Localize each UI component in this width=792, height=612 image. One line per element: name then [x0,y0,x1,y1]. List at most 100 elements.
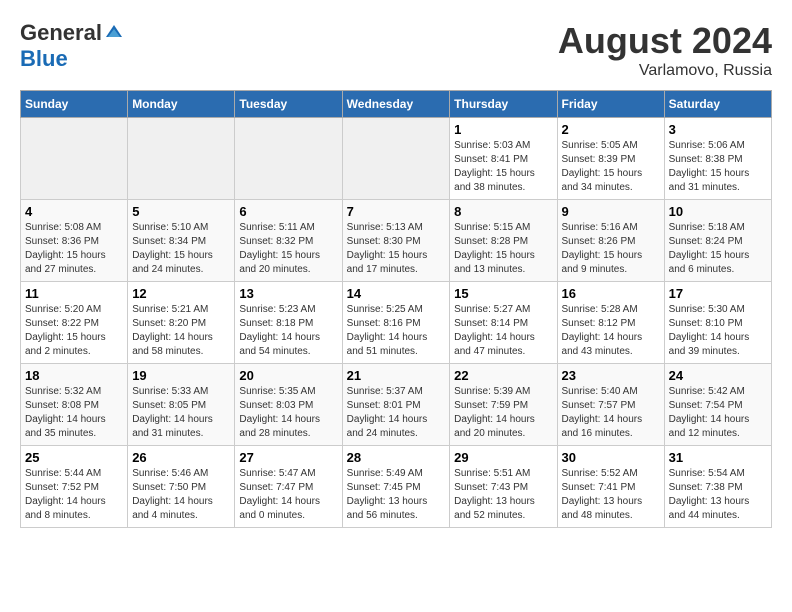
calendar-week-3: 11 Sunrise: 5:20 AM Sunset: 8:22 PM Dayli… [21,282,772,364]
day-number: 30 [562,450,660,465]
calendar-cell: 27Sunrise: 5:47 AM Sunset: 7:47 PM Dayli… [235,446,342,528]
calendar-week-5: 25 Sunrise: 5:44 AM Sunset: 7:52 PM Dayli… [21,446,772,528]
day-number: 3 [669,122,767,137]
calendar-week-2: 4Sunrise: 5:08 AM Sunset: 8:36 PM Daylig… [21,200,772,282]
calendar-cell: 10 Sunrise: 5:18 AM Sunset: 8:24 PM Dayli… [664,200,771,282]
day-info: Sunrise: 5:21 AM Sunset: 8:20 PM Dayligh… [132,303,230,359]
weekday-header-sunday: Sunday [21,91,128,118]
day-number: 21 [347,368,446,383]
page-header: General Blue August 2024 Varlamovo, Russ… [20,20,772,80]
calendar-cell: 20 Sunrise: 5:35 AM Sunset: 8:03 PM Dayli… [235,364,342,446]
calendar-cell: 13 Sunrise: 5:23 AM Sunset: 8:18 PM Dayli… [235,282,342,364]
day-info: Sunrise: 5:33 AM Sunset: 8:05 PM Dayligh… [132,385,230,441]
day-info: Sunrise: 5:46 AM Sunset: 7:50 PM Dayligh… [132,467,230,523]
calendar-cell: 12 Sunrise: 5:21 AM Sunset: 8:20 PM Dayli… [128,282,235,364]
logo-icon [104,23,124,43]
calendar-cell [235,118,342,200]
day-number: 17 [669,286,767,301]
calendar-cell: 8 Sunrise: 5:15 AM Sunset: 8:28 PM Daylig… [450,200,557,282]
day-number: 7 [347,204,446,219]
calendar-cell: 3 Sunrise: 5:06 AM Sunset: 8:38 PM Daylig… [664,118,771,200]
day-info: Sunrise: 5:32 AM Sunset: 8:08 PM Dayligh… [25,385,123,441]
day-info: Sunrise: 5:37 AM Sunset: 8:01 PM Dayligh… [347,385,446,441]
day-info: Sunrise: 5:52 AM Sunset: 7:41 PM Dayligh… [562,467,660,523]
day-info: Sunrise: 5:49 AM Sunset: 7:45 PM Dayligh… [347,467,446,523]
weekday-header-wednesday: Wednesday [342,91,450,118]
calendar-cell: 26 Sunrise: 5:46 AM Sunset: 7:50 PM Dayli… [128,446,235,528]
logo: General Blue [20,20,124,72]
calendar-cell [128,118,235,200]
day-info: Sunrise: 5:06 AM Sunset: 8:38 PM Dayligh… [669,139,767,195]
calendar-cell: 22Sunrise: 5:39 AM Sunset: 7:59 PM Dayli… [450,364,557,446]
calendar-cell [342,118,450,200]
day-number: 1 [454,122,552,137]
day-number: 4 [25,204,123,219]
day-info: Sunrise: 5:30 AM Sunset: 8:10 PM Dayligh… [669,303,767,359]
day-info: Sunrise: 5:35 AM Sunset: 8:03 PM Dayligh… [239,385,337,441]
day-number: 15 [454,286,552,301]
calendar-cell: 30 Sunrise: 5:52 AM Sunset: 7:41 PM Dayli… [557,446,664,528]
calendar-cell: 1 Sunrise: 5:03 AM Sunset: 8:41 PM Daylig… [450,118,557,200]
day-info: Sunrise: 5:25 AM Sunset: 8:16 PM Dayligh… [347,303,446,359]
day-info: Sunrise: 5:42 AM Sunset: 7:54 PM Dayligh… [669,385,767,441]
day-number: 26 [132,450,230,465]
calendar-cell: 14 Sunrise: 5:25 AM Sunset: 8:16 PM Dayli… [342,282,450,364]
day-number: 11 [25,286,123,301]
weekday-header-thursday: Thursday [450,91,557,118]
day-number: 29 [454,450,552,465]
day-number: 20 [239,368,337,383]
calendar-cell: 17 Sunrise: 5:30 AM Sunset: 8:10 PM Dayli… [664,282,771,364]
calendar-cell: 6Sunrise: 5:11 AM Sunset: 8:32 PM Daylig… [235,200,342,282]
day-number: 25 [25,450,123,465]
calendar-table: SundayMondayTuesdayWednesdayThursdayFrid… [20,90,772,528]
weekday-header-friday: Friday [557,91,664,118]
day-info: Sunrise: 5:20 AM Sunset: 8:22 PM Dayligh… [25,303,123,359]
month-year-title: August 2024 [558,20,772,62]
day-number: 27 [239,450,337,465]
day-info: Sunrise: 5:23 AM Sunset: 8:18 PM Dayligh… [239,303,337,359]
day-number: 13 [239,286,337,301]
day-info: Sunrise: 5:51 AM Sunset: 7:43 PM Dayligh… [454,467,552,523]
day-info: Sunrise: 5:03 AM Sunset: 8:41 PM Dayligh… [454,139,552,195]
day-number: 8 [454,204,552,219]
calendar-cell: 2 Sunrise: 5:05 AM Sunset: 8:39 PM Daylig… [557,118,664,200]
calendar-cell: 31 Sunrise: 5:54 AM Sunset: 7:38 PM Dayli… [664,446,771,528]
day-number: 5 [132,204,230,219]
day-info: Sunrise: 5:28 AM Sunset: 8:12 PM Dayligh… [562,303,660,359]
day-info: Sunrise: 5:05 AM Sunset: 8:39 PM Dayligh… [562,139,660,195]
calendar-cell: 5 Sunrise: 5:10 AM Sunset: 8:34 PM Daylig… [128,200,235,282]
calendar-cell: 15 Sunrise: 5:27 AM Sunset: 8:14 PM Dayli… [450,282,557,364]
day-number: 10 [669,204,767,219]
calendar-cell: 16 Sunrise: 5:28 AM Sunset: 8:12 PM Dayli… [557,282,664,364]
day-info: Sunrise: 5:40 AM Sunset: 7:57 PM Dayligh… [562,385,660,441]
day-number: 19 [132,368,230,383]
day-number: 12 [132,286,230,301]
weekday-header-tuesday: Tuesday [235,91,342,118]
day-number: 14 [347,286,446,301]
day-info: Sunrise: 5:15 AM Sunset: 8:28 PM Dayligh… [454,221,552,277]
day-number: 2 [562,122,660,137]
calendar-cell: 29 Sunrise: 5:51 AM Sunset: 7:43 PM Dayli… [450,446,557,528]
day-info: Sunrise: 5:13 AM Sunset: 8:30 PM Dayligh… [347,221,446,277]
calendar-cell: 28Sunrise: 5:49 AM Sunset: 7:45 PM Dayli… [342,446,450,528]
weekday-header-saturday: Saturday [664,91,771,118]
day-info: Sunrise: 5:39 AM Sunset: 7:59 PM Dayligh… [454,385,552,441]
day-number: 16 [562,286,660,301]
calendar-cell [21,118,128,200]
day-info: Sunrise: 5:16 AM Sunset: 8:26 PM Dayligh… [562,221,660,277]
calendar-cell: 7 Sunrise: 5:13 AM Sunset: 8:30 PM Daylig… [342,200,450,282]
weekday-header-monday: Monday [128,91,235,118]
day-number: 18 [25,368,123,383]
title-section: August 2024 Varlamovo, Russia [558,20,772,80]
day-info: Sunrise: 5:18 AM Sunset: 8:24 PM Dayligh… [669,221,767,277]
day-info: Sunrise: 5:54 AM Sunset: 7:38 PM Dayligh… [669,467,767,523]
day-number: 31 [669,450,767,465]
calendar-week-1: 1 Sunrise: 5:03 AM Sunset: 8:41 PM Daylig… [21,118,772,200]
logo-blue-text: Blue [20,46,68,72]
day-number: 23 [562,368,660,383]
calendar-cell: 18 Sunrise: 5:32 AM Sunset: 8:08 PM Dayli… [21,364,128,446]
day-info: Sunrise: 5:44 AM Sunset: 7:52 PM Dayligh… [25,467,123,523]
day-info: Sunrise: 5:27 AM Sunset: 8:14 PM Dayligh… [454,303,552,359]
day-info: Sunrise: 5:10 AM Sunset: 8:34 PM Dayligh… [132,221,230,277]
logo-general-text: General [20,20,102,46]
